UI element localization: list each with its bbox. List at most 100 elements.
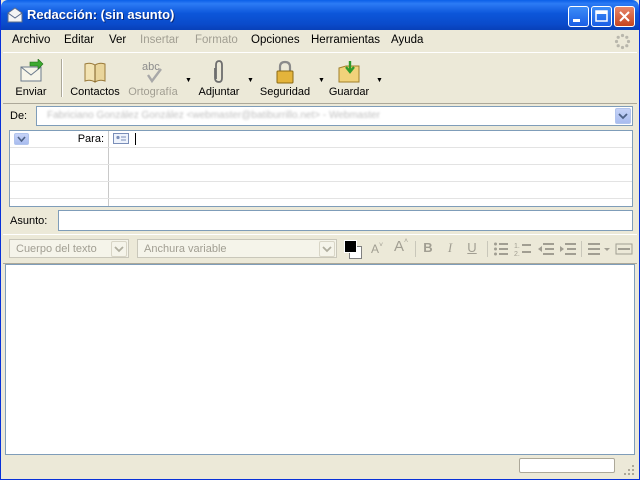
attach-button[interactable]: Adjuntar ▼ [195,55,254,101]
spelling-button[interactable]: abc Ortografía ▼ [125,55,192,101]
attach-dropdown-icon[interactable]: ▼ [247,77,254,84]
font-select[interactable]: Anchura variable [137,239,337,258]
recipient-row-empty[interactable] [10,165,632,182]
status-bar [3,456,637,478]
save-icon [338,61,360,83]
from-label: De: [10,110,28,122]
menu-formato[interactable]: Formato [195,34,238,46]
throbber-icon [614,33,631,50]
contacts-label: Contactos [70,86,120,98]
minimize-button[interactable] [568,6,589,27]
paragraph-style-select[interactable]: Cuerpo del texto [9,239,129,258]
address-card-icon [113,133,129,144]
outdent-icon[interactable] [537,241,555,257]
message-body-editor[interactable] [5,264,635,455]
minimize-icon [573,19,580,22]
svg-text:2.: 2. [514,251,520,257]
from-account-value: Fabriciano González González <webmaster@… [47,110,380,121]
recipient-type-select[interactable]: Para: [10,131,109,147]
larger-font-button[interactable]: A˄ [391,238,411,256]
align-menu-icon[interactable] [587,241,611,257]
recipients-list[interactable]: Para: [9,130,633,207]
security-dropdown-icon[interactable]: ▼ [318,77,325,84]
maximize-icon [595,10,608,22]
subject-label: Asunto: [10,215,48,227]
spelling-label: Ortografía [128,86,178,98]
format-separator [581,241,582,257]
close-button[interactable] [614,6,635,27]
window-title: Redacción: (sin asunto) [27,7,175,22]
attach-label: Adjuntar [198,86,240,98]
menu-editar[interactable]: Editar [64,34,94,46]
menu-herramientas[interactable]: Herramientas [311,34,380,46]
from-dropdown-button[interactable] [615,108,631,124]
italic-button[interactable]: I [443,240,457,258]
text-color-picker[interactable] [343,238,365,259]
recipient-type-label: Para: [77,133,104,145]
format-toolbar: Cuerpo del texto Anchura variable A˅ A˄ … [3,234,637,264]
recipient-input[interactable] [135,133,136,145]
menu-bar: Archivo Editar Ver Insertar Formato Opci… [3,30,637,52]
chevron-down-icon [618,113,628,120]
recipient-row-empty[interactable] [10,182,632,199]
indent-icon[interactable] [559,241,577,257]
toolbar-separator [61,59,63,97]
bold-button[interactable]: B [421,240,435,258]
recipient-type-dropdown[interactable] [14,133,29,145]
contacts-button[interactable]: Contactos [67,55,123,101]
chevron-down-icon [114,246,124,253]
recipient-type-cell-empty [10,165,109,181]
menu-opciones[interactable]: Opciones [251,34,300,46]
lock-icon [276,60,294,84]
from-account-select[interactable]: Fabriciano González González <webmaster@… [36,106,633,126]
menu-ver[interactable]: Ver [109,34,126,46]
chevron-down-icon [322,246,332,253]
close-icon [619,11,630,22]
recipient-type-cell-empty [10,148,109,164]
save-button[interactable]: Guardar ▼ [325,55,383,101]
compose-window: Redacción: (sin asunto) Archivo Editar V… [0,0,640,480]
main-toolbar: Enviar Contactos abc Ortografía ▼ Adjunt… [3,52,637,104]
contacts-icon [84,62,106,83]
numbered-list-icon[interactable]: 1.2. [514,241,532,257]
menu-archivo[interactable]: Archivo [12,34,50,46]
recipient-row-empty[interactable] [10,199,632,206]
format-separator [415,241,416,257]
smaller-font-button[interactable]: A˅ [369,242,385,260]
send-icon [20,59,44,82]
paragraph-style-value: Cuerpo del texto [16,243,97,255]
status-progress-panel [519,458,615,473]
spelling-icon: abc [142,61,162,84]
resize-grip-icon[interactable] [623,464,635,476]
font-value: Anchura variable [144,243,227,255]
subject-input[interactable] [58,210,633,231]
recipient-type-cell-empty [10,199,109,206]
menu-insertar[interactable]: Insertar [140,34,179,46]
recipient-row[interactable]: Para: [10,131,632,148]
maximize-button[interactable] [591,6,612,27]
spelling-icon-text: abc [142,61,160,73]
menu-ayuda[interactable]: Ayuda [391,34,423,46]
save-label: Guardar [328,86,370,98]
send-button[interactable]: Enviar [7,55,55,101]
paragraph-style-dropdown[interactable] [111,241,127,257]
send-label: Enviar [15,86,47,98]
mail-icon [7,7,23,23]
from-row: De: Fabriciano González González <webmas… [3,103,637,129]
attach-icon [214,60,223,83]
bullet-list-icon[interactable] [493,241,509,257]
svg-text:1.: 1. [514,243,520,250]
save-dropdown-icon[interactable]: ▼ [376,77,383,84]
font-dropdown[interactable] [319,241,335,257]
format-separator [487,241,488,257]
subject-row: Asunto: [3,208,637,234]
text-color-swatch[interactable] [344,240,357,253]
recipient-type-cell-empty [10,182,109,198]
security-button[interactable]: Seguridad ▼ [257,55,325,101]
spelling-dropdown-icon[interactable]: ▼ [185,77,192,84]
chevron-down-icon [17,136,26,143]
insert-menu-icon[interactable] [615,241,633,257]
underline-button[interactable]: U [465,240,479,258]
title-bar[interactable]: Redacción: (sin asunto) [1,0,639,30]
recipient-row-empty[interactable] [10,148,632,165]
